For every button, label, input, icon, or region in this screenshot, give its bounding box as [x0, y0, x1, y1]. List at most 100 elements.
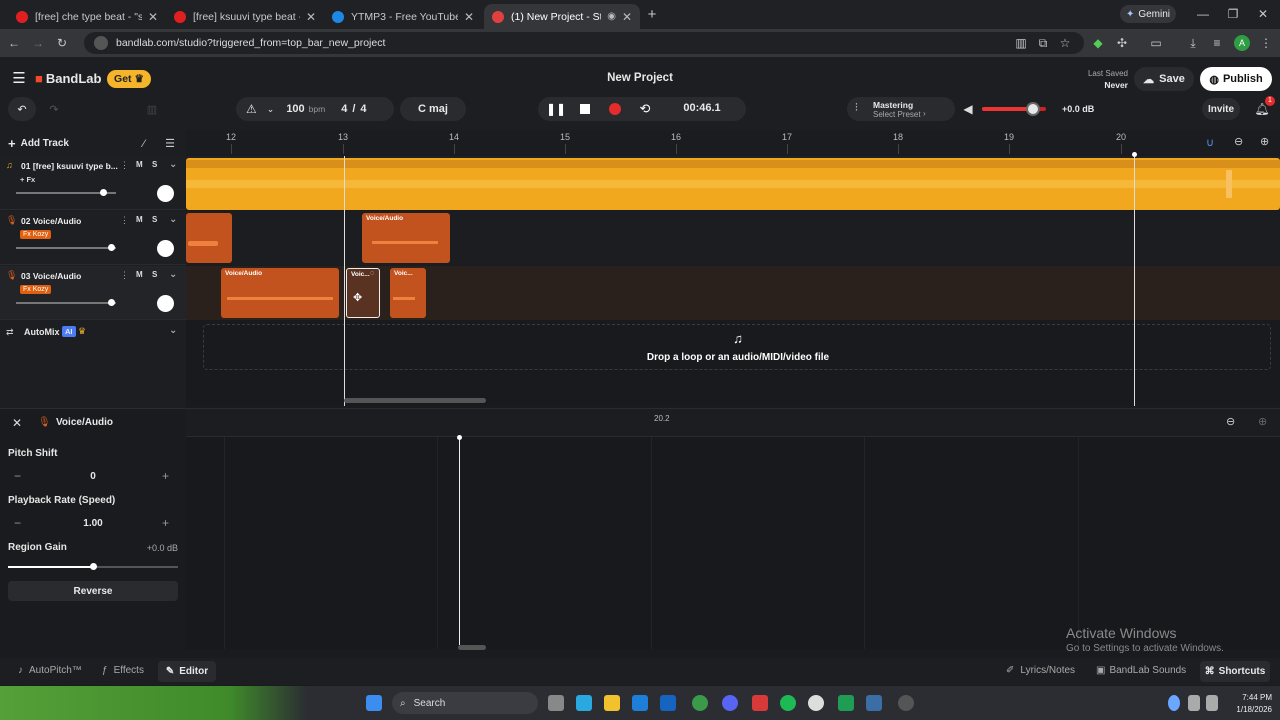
timeline-ruler[interactable]: 12 13 14 15 16 17 18 19 20 ∪ ⊖ ⊕: [186, 130, 1280, 154]
get-membership-button[interactable]: Get ♛: [107, 70, 151, 88]
steam-icon[interactable]: [866, 695, 882, 711]
pan-knob[interactable]: [157, 240, 174, 257]
snap-magnet-icon[interactable]: ∪: [1206, 136, 1214, 149]
fx-badge[interactable]: Fx Kozy: [20, 230, 52, 239]
split-view-icon[interactable]: ▭: [1148, 35, 1164, 51]
mute-button[interactable]: M: [136, 215, 143, 224]
solo-button[interactable]: S: [152, 270, 157, 279]
chevron-down-icon[interactable]: ⌄: [169, 214, 177, 225]
track-header-01[interactable]: ♫ 01 [free] ksuuvi type b... ⋮ M S ⌄ + F…: [0, 156, 186, 210]
track-name[interactable]: 03 Voice/Audio: [21, 271, 121, 281]
master-volume-thumb[interactable]: [1026, 102, 1041, 116]
wifi-icon[interactable]: [1188, 695, 1200, 711]
close-tab-icon[interactable]: ✕: [622, 10, 632, 24]
mastering-button[interactable]: ⫶ Mastering Select Preset ›: [847, 97, 955, 121]
pause-icon[interactable]: ❚❚: [546, 101, 566, 117]
loop-icon[interactable]: ⟲: [637, 101, 653, 117]
playback-rate-increment[interactable]: +: [162, 516, 169, 530]
cast-icon[interactable]: ⧉: [1035, 35, 1051, 51]
discord-icon[interactable]: [722, 695, 738, 711]
new-tab-button[interactable]: +: [644, 7, 660, 23]
forward-icon[interactable]: →: [30, 35, 46, 51]
editor-ruler[interactable]: 20.2 ⊖ ⊕: [186, 409, 1280, 437]
app-icon[interactable]: [808, 695, 824, 711]
playback-rate-decrement[interactable]: −: [14, 516, 21, 530]
audio-region[interactable]: Voice/Audio: [362, 213, 450, 263]
pitch-shift-value[interactable]: 0: [80, 471, 106, 482]
chevron-down-icon[interactable]: ⌄: [169, 159, 177, 170]
track-header-02[interactable]: 🎙︎ 02 Voice/Audio ⋮ M S ⌄ Fx Kozy: [0, 211, 186, 265]
audio-region[interactable]: [186, 213, 232, 263]
bpm-value[interactable]: 100: [286, 103, 304, 115]
tab-bandlab-studio[interactable]: (1) New Project - Studio ◉ ✕: [484, 4, 640, 29]
tool-wand-icon[interactable]: ⁄: [136, 136, 152, 152]
spotify-icon[interactable]: [780, 695, 796, 711]
track-volume-slider[interactable]: [16, 299, 116, 306]
horizontal-scrollbar[interactable]: [344, 398, 486, 403]
file-explorer-icon[interactable]: [604, 695, 620, 711]
editor-tab[interactable]: ✎ Editor: [158, 661, 216, 682]
pan-knob[interactable]: [157, 185, 174, 202]
media-icon[interactable]: ≡: [1209, 35, 1225, 51]
track-header-03[interactable]: 🎙︎ 03 Voice/Audio ⋮ M S ⌄ Fx Kozy: [0, 266, 186, 320]
reader-mode-icon[interactable]: ▥: [1013, 35, 1029, 51]
reverse-button[interactable]: Reverse: [8, 581, 178, 601]
region-gain-slider[interactable]: [8, 563, 178, 570]
keyboard-button[interactable]: ▥: [140, 97, 164, 121]
microphone-tray-icon[interactable]: [1168, 695, 1180, 711]
speaker-icon[interactable]: ◀: [960, 101, 976, 117]
time-signature-denominator[interactable]: 4: [360, 103, 366, 115]
track-lane-02[interactable]: Voice/Audio: [186, 211, 1280, 265]
time-signature-numerator[interactable]: 4: [341, 103, 347, 115]
chevron-down-icon[interactable]: ⌄: [169, 269, 177, 280]
master-volume-slider[interactable]: [982, 102, 1046, 116]
track-name[interactable]: 01 [free] ksuuvi type b...: [21, 161, 121, 171]
add-track-button[interactable]: + Add Track: [8, 136, 69, 151]
gemini-button[interactable]: ✦ Gemini: [1120, 5, 1176, 23]
spreadsheet-icon[interactable]: [838, 695, 854, 711]
pitch-shift-decrement[interactable]: −: [14, 469, 21, 483]
solo-button[interactable]: S: [152, 160, 157, 169]
editor-waveform-area[interactable]: [186, 435, 1280, 650]
tab-youtube-wretch[interactable]: [free] ksuuvi type beat - "wretc ✕: [166, 4, 324, 29]
publish-button[interactable]: ◍ Publish: [1200, 67, 1272, 91]
pan-knob[interactable]: [157, 295, 174, 312]
game-launcher-icon[interactable]: [752, 695, 768, 711]
browser-menu-icon[interactable]: ⋮: [1258, 35, 1274, 51]
site-info-icon[interactable]: [94, 36, 108, 50]
track-more-icon[interactable]: ⋮: [120, 160, 129, 171]
zoom-in-icon[interactable]: ⊕: [1260, 135, 1269, 148]
minimize-icon[interactable]: —: [1195, 6, 1211, 22]
bandlab-logo[interactable]: ■ BandLab: [35, 71, 101, 86]
bandlab-sounds-tab[interactable]: ▣ BandLab Sounds: [1096, 665, 1186, 676]
settings-icon[interactable]: [898, 695, 914, 711]
bookmark-star-icon[interactable]: ☆: [1057, 35, 1073, 51]
mute-button[interactable]: M: [136, 160, 143, 169]
taskbar-search[interactable]: ⌕ Search: [392, 692, 538, 714]
drop-zone[interactable]: ♫ Drop a loop or an audio/MIDI/video fil…: [203, 324, 1271, 370]
mixer-settings-icon[interactable]: ☰: [162, 136, 178, 152]
loop-end-handle[interactable]: [1132, 152, 1137, 157]
audio-region[interactable]: Voic...: [390, 268, 426, 318]
playback-rate-value[interactable]: 1.00: [76, 518, 110, 529]
region-options-icon[interactable]: ◌: [370, 270, 374, 277]
pitch-shift-increment[interactable]: +: [162, 469, 169, 483]
chevron-down-icon[interactable]: ⌄: [267, 104, 275, 115]
volume-icon[interactable]: [1206, 695, 1218, 711]
microsoft-store-icon[interactable]: [632, 695, 648, 711]
audio-region-selected[interactable]: Voic... ◌ ✥: [346, 268, 380, 318]
region-gain-thumb[interactable]: [90, 563, 97, 570]
zoom-out-icon[interactable]: ⊖: [1234, 135, 1243, 148]
track-lane-01[interactable]: [186, 156, 1280, 210]
autopitch-tab[interactable]: ♪ AutoPitch™: [18, 665, 82, 676]
automix-row[interactable]: ⇄ AutoMix AI ♛ ⌄: [0, 322, 186, 346]
profile-avatar[interactable]: A: [1234, 35, 1250, 51]
volume-thumb[interactable]: [108, 244, 115, 251]
chevron-down-icon[interactable]: ⌄: [169, 325, 177, 336]
copilot-icon[interactable]: [576, 695, 592, 711]
zoom-in-icon[interactable]: ⊕: [1258, 415, 1267, 428]
volume-thumb[interactable]: [108, 299, 115, 306]
tab-youtube-serve[interactable]: [free] che type beat - "serve" - ✕: [8, 4, 166, 29]
solo-button[interactable]: S: [152, 215, 157, 224]
editor-scrollbar[interactable]: [458, 645, 486, 650]
